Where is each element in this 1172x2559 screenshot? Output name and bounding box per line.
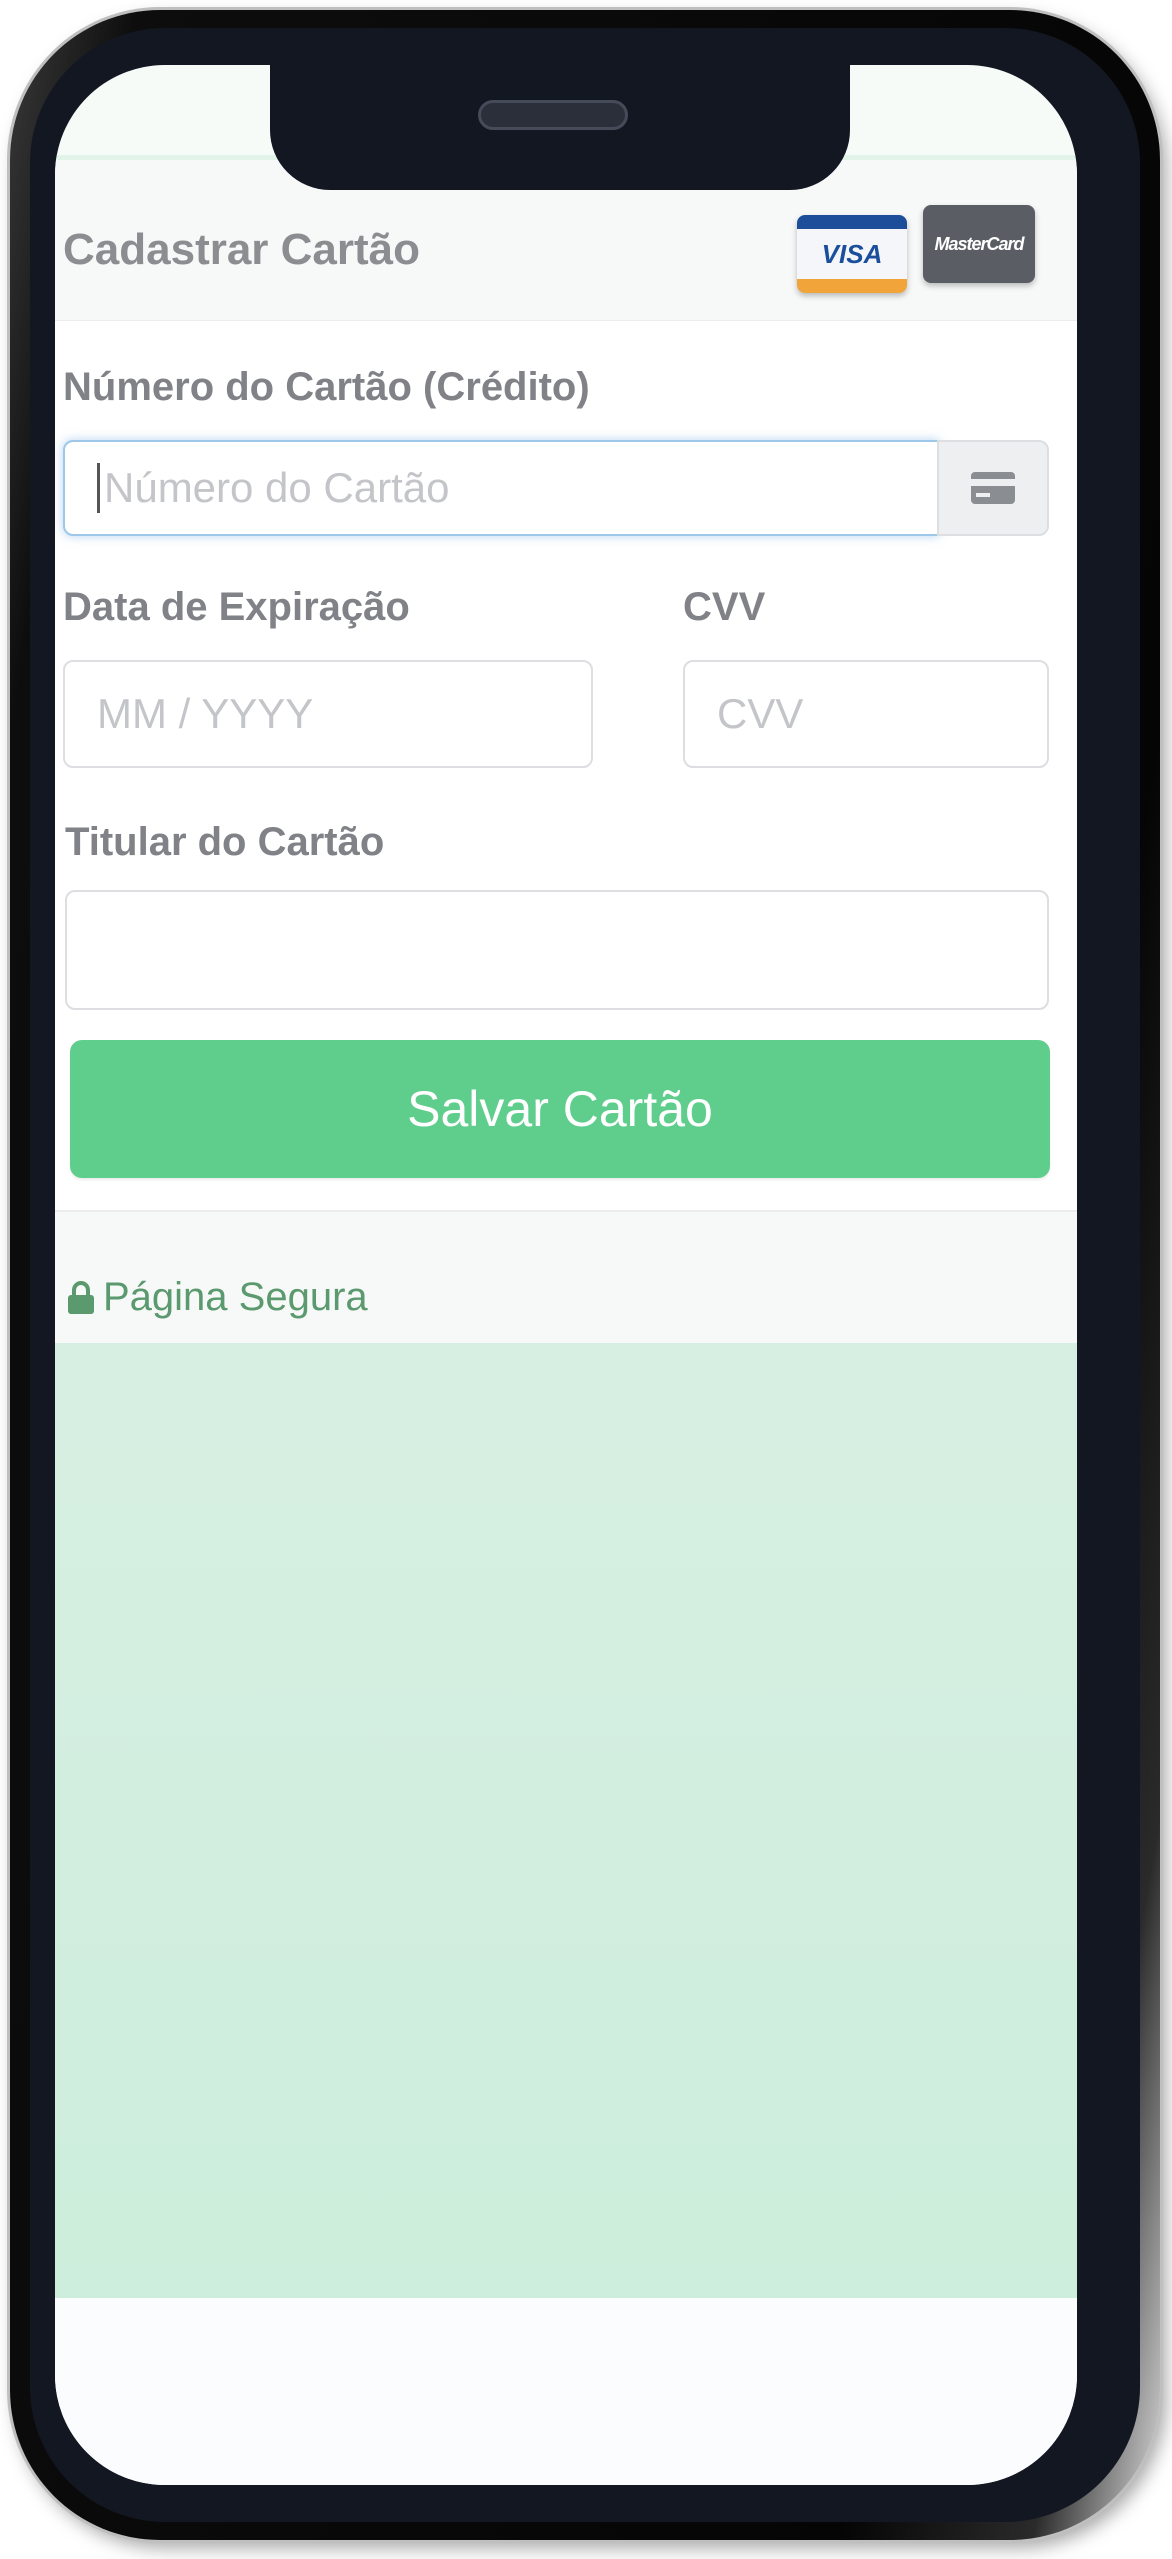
lock-icon [68, 1280, 94, 1314]
secure-page-text: Página Segura [103, 1275, 368, 1319]
secure-page-indicator: Página Segura [67, 1275, 368, 1320]
credit-card-icon [971, 472, 1015, 504]
bottom-area [55, 2298, 1077, 2485]
text-cursor [97, 463, 100, 513]
cvv-placeholder: CVV [717, 690, 804, 737]
page-title: Cadastrar Cartão [63, 225, 421, 274]
holder-input[interactable] [65, 890, 1049, 1010]
holder-label: Titular do Cartão [65, 820, 385, 864]
card-number-input[interactable]: Número do Cartão [63, 440, 939, 536]
page-background [55, 1343, 1077, 2298]
card-number-label: Número do Cartão (Crédito) [63, 365, 590, 409]
card-addon [937, 440, 1049, 536]
cvv-input[interactable]: CVV [683, 660, 1049, 768]
visa-logo: VISA [797, 215, 907, 293]
expiration-input[interactable]: MM / YYYY [63, 660, 593, 768]
screen: Cadastrar Cartão VISA MasterCard Número … [55, 65, 1077, 2485]
cvv-label: CVV [683, 585, 766, 629]
expiration-placeholder: MM / YYYY [97, 690, 314, 737]
speaker-grille [478, 100, 628, 130]
expiration-label: Data de Expiração [63, 585, 410, 629]
mastercard-logo: MasterCard [923, 205, 1035, 283]
card-number-placeholder: Número do Cartão [104, 464, 450, 511]
save-card-button[interactable]: Salvar Cartão [70, 1040, 1050, 1178]
